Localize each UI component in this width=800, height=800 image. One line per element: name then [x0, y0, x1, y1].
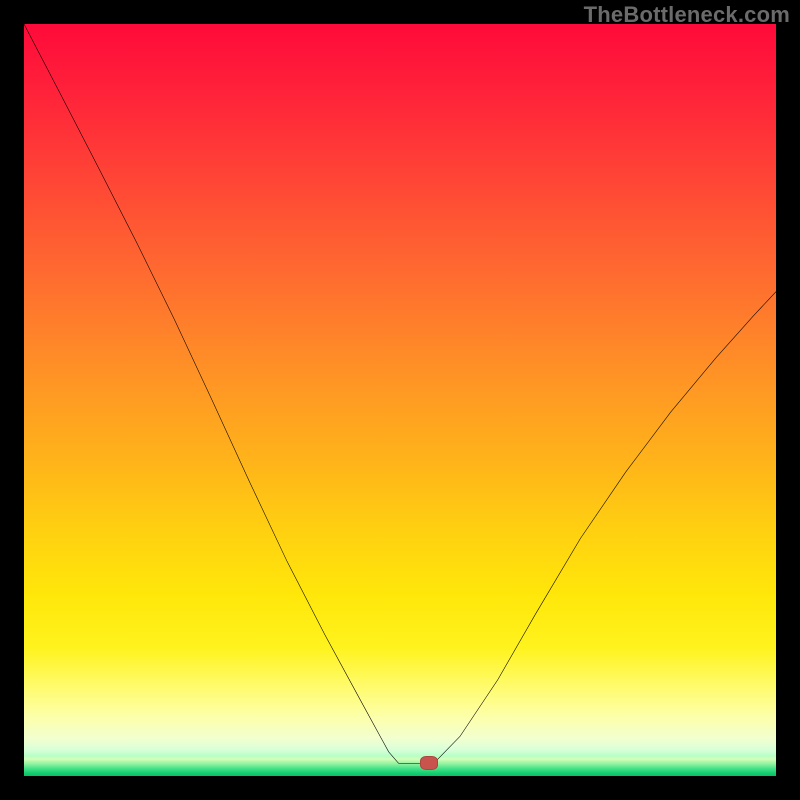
attribution-watermark: TheBottleneck.com — [584, 2, 790, 28]
optimal-point-marker — [420, 756, 438, 770]
plot-area — [24, 24, 776, 776]
chart-frame: TheBottleneck.com — [0, 0, 800, 800]
bottleneck-curve — [24, 24, 776, 776]
